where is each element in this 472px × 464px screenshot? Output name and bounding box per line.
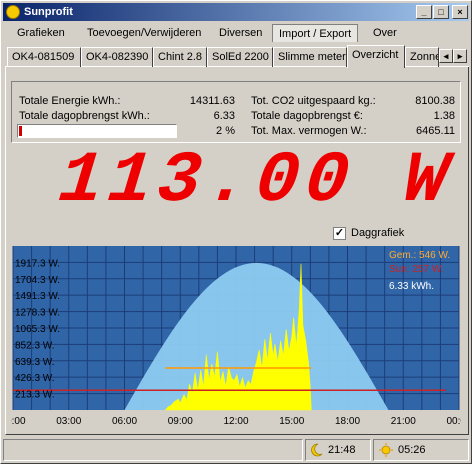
co2-label: Tot. CO2 uitgespaard kg.:	[251, 95, 376, 107]
app-window: Sunprofit _ □ × Grafieken Toevoegen/Verw…	[0, 0, 472, 464]
sun-icon	[379, 443, 393, 457]
day-chart: 1917.3 W. 1704.3 W. 1491.3 W. 1278.3 W. 1065…	[0, 244, 472, 430]
maximize-button[interactable]: □	[433, 5, 449, 19]
status-panel-moon: 21:48	[305, 439, 371, 461]
y-tick-label: 1917.3 W.	[15, 258, 60, 269]
menu-grafieken[interactable]: Grafieken	[11, 24, 71, 42]
status-panel-sun: 05:26	[373, 439, 469, 461]
x-tick-label: 21:00	[391, 416, 416, 427]
x-tick-label: 00:00	[11, 416, 26, 427]
y-tick-label: 639.3 W.	[15, 357, 54, 368]
moonrise-time: 21:48	[328, 444, 356, 456]
menu-toevoegen-verwijderen[interactable]: Toevoegen/Verwijderen	[81, 24, 207, 42]
y-tick-label: 1278.3 W.	[15, 308, 60, 319]
max-power-label: Tot. Max. vermogen W.:	[251, 125, 367, 137]
day-yield-eur-value: 1.38	[433, 110, 455, 122]
x-tick-label: 12:00	[223, 416, 248, 427]
y-tick-label: 213.3 W.	[15, 390, 54, 401]
tab-scroll-right-button[interactable]: ▸	[453, 49, 467, 63]
daggrafiek-checkbox[interactable]: ✓	[333, 227, 346, 240]
tab-soled-2200[interactable]: SolEd 2200	[207, 47, 273, 67]
progress-percent: 2 %	[216, 125, 235, 137]
y-tick-label: 1491.3 W.	[15, 291, 60, 302]
y-tick-label: 1704.3 W.	[15, 275, 60, 286]
close-button[interactable]: ×	[452, 5, 468, 19]
title-bar[interactable]: Sunprofit _ □ ×	[3, 3, 469, 21]
total-energy-label: Totale Energie kWh.:	[19, 95, 121, 107]
x-tick-label: 06:00	[112, 416, 137, 427]
co2-value: 8100.38	[415, 95, 455, 107]
menu-import-export[interactable]: Import / Export	[272, 24, 359, 42]
tab-ok4-082390[interactable]: OK4-082390	[81, 47, 153, 67]
total-energy-value: 14311.63	[189, 95, 235, 107]
max-power-value: 6465.11	[416, 125, 455, 137]
day-chart-svg: 1917.3 W. 1704.3 W. 1491.3 W. 1278.3 W. 1065…	[0, 244, 472, 430]
day-yield-kwh-value: 6.33	[213, 110, 235, 122]
day-yield-eur-label: Totale dagopbrengst €:	[251, 110, 363, 122]
day-progress-fill	[19, 126, 22, 136]
x-tick-label: 15:00	[279, 416, 304, 427]
daggrafiek-label[interactable]: Daggrafiek	[351, 227, 404, 239]
sun-app-icon	[6, 5, 20, 19]
x-tick-label: 00:00	[446, 416, 461, 427]
day-progress-bar	[17, 124, 177, 138]
moon-icon	[309, 443, 323, 457]
tab-overzicht[interactable]: Overzicht	[347, 45, 405, 68]
menu-bar: Grafieken Toevoegen/Verwijderen Diversen…	[3, 22, 469, 42]
tab-ok4-081509[interactable]: OK4-081509	[7, 47, 81, 67]
tab-scroll-left-button[interactable]: ◂	[439, 49, 453, 63]
x-tick-label: 09:00	[168, 416, 193, 427]
minimize-button[interactable]: _	[416, 5, 432, 19]
tab-slimme-meter[interactable]: Slimme meter	[273, 47, 347, 67]
current-power-display: 113.00 W	[55, 140, 458, 222]
y-tick-label: 852.3 W.	[15, 340, 54, 351]
legend-kwh: 6.33 kWh.	[389, 281, 434, 292]
status-panel-main	[3, 439, 303, 461]
y-tick-label: 1065.3 W.	[15, 324, 60, 335]
y-tick-label: 426.3 W.	[15, 373, 54, 384]
legend-sun: Sun: 257 W.	[389, 264, 443, 275]
menu-diversen[interactable]: Diversen	[213, 24, 268, 42]
sunrise-time: 05:26	[398, 444, 426, 456]
tab-zonne[interactable]: Zonne	[405, 47, 439, 67]
legend-average: Gem.: 546 W.	[389, 250, 450, 261]
tab-bar: OK4-081509 OK4-082390 Chint 2.8 SolEd 22…	[5, 45, 469, 68]
menu-over[interactable]: Over	[367, 24, 403, 42]
day-yield-kwh-label: Totale dagopbrengst kWh.:	[19, 110, 150, 122]
x-tick-label: 03:00	[56, 416, 81, 427]
window-title: Sunprofit	[24, 6, 73, 18]
tab-chint-2-8[interactable]: Chint 2.8	[153, 47, 207, 67]
status-bar: 21:48 05:26	[3, 439, 469, 461]
x-tick-label: 18:00	[335, 416, 360, 427]
